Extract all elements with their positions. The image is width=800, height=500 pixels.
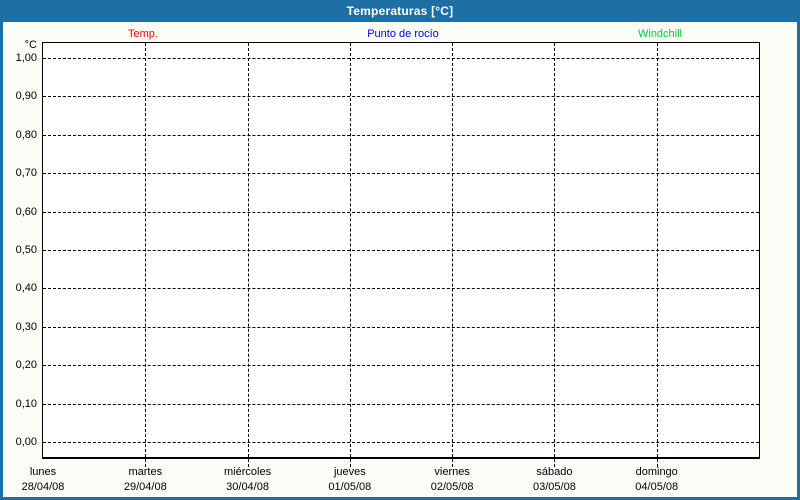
y-tick-label: 0,50 bbox=[15, 244, 37, 256]
x-gridline bbox=[656, 43, 658, 457]
day-date: 28/04/08 bbox=[21, 481, 65, 493]
y-gridline bbox=[43, 365, 759, 367]
day-name: lunes bbox=[29, 466, 57, 478]
y-tick-label: 0,40 bbox=[15, 282, 37, 295]
day-name: domingo bbox=[635, 466, 678, 478]
day-date: 29/04/08 bbox=[123, 481, 167, 493]
y-tick-label: 0,10 bbox=[15, 397, 37, 410]
y-gridline bbox=[43, 403, 759, 405]
y-gridline bbox=[43, 211, 759, 213]
day-date: 04/05/08 bbox=[635, 481, 679, 493]
y-gridline bbox=[43, 58, 759, 59]
legend-item-windchill: Windchill bbox=[637, 28, 683, 40]
y-gridline bbox=[43, 96, 759, 98]
y-axis-unit-label: °C bbox=[24, 39, 37, 51]
y-gridline bbox=[43, 326, 759, 328]
y-tick-label: 0,80 bbox=[15, 128, 37, 141]
x-gridline bbox=[145, 43, 147, 457]
day-name: viernes bbox=[434, 466, 470, 478]
legend-item-punto-de-roc-o: Punto de rocío bbox=[367, 28, 439, 40]
y-tick-label: 0,60 bbox=[15, 205, 37, 218]
y-tick-label: 0,30 bbox=[15, 320, 37, 333]
x-gridline bbox=[247, 43, 249, 457]
day-name: miércoles bbox=[224, 466, 272, 478]
weather-chart-window: Temperaturas [°C] °C 1,00 0,90 0,80 0,70 0,6… bbox=[0, 0, 800, 500]
day-name: martes bbox=[128, 466, 163, 478]
y-tick-label: 0,20 bbox=[15, 359, 37, 372]
chart-titlebar: Temperaturas [°C] bbox=[3, 3, 797, 22]
y-tick-label: 0,00 bbox=[15, 436, 37, 448]
y-tick-label: 0,90 bbox=[15, 90, 37, 103]
chart-title: Temperaturas [°C] bbox=[346, 4, 454, 18]
x-axis-day-label: viernes 02/05/08 bbox=[431, 465, 474, 495]
x-axis-day-label: domingo 04/05/08 bbox=[635, 465, 678, 495]
day-name: jueves bbox=[333, 466, 366, 478]
day-date: 03/05/08 bbox=[533, 481, 576, 493]
legend-item-temp: Temp. bbox=[128, 28, 158, 40]
x-axis-day-label: lunes 28/04/08 bbox=[22, 465, 65, 495]
y-gridline bbox=[43, 250, 759, 251]
plot-area bbox=[42, 42, 760, 459]
day-date: 02/05/08 bbox=[430, 481, 474, 493]
x-axis-day-label: martes 29/04/08 bbox=[124, 465, 167, 495]
day-date: 01/05/08 bbox=[328, 481, 372, 493]
y-tick-label: 1,00 bbox=[15, 52, 37, 64]
y-gridline bbox=[43, 134, 759, 136]
x-gridline bbox=[452, 43, 454, 457]
x-axis-day-label: sábado 03/05/08 bbox=[533, 465, 576, 495]
y-gridline bbox=[43, 442, 759, 443]
y-gridline bbox=[43, 288, 759, 290]
x-axis-day-label: jueves 01/05/08 bbox=[328, 465, 371, 495]
x-gridline bbox=[349, 43, 351, 457]
y-gridline bbox=[43, 173, 759, 175]
day-date: 30/04/08 bbox=[226, 481, 269, 493]
x-gridline bbox=[554, 43, 556, 457]
y-tick-label: 0,70 bbox=[15, 167, 37, 180]
day-name: sábado bbox=[536, 466, 573, 478]
x-axis-day-label: miércoles 30/04/08 bbox=[224, 465, 271, 495]
